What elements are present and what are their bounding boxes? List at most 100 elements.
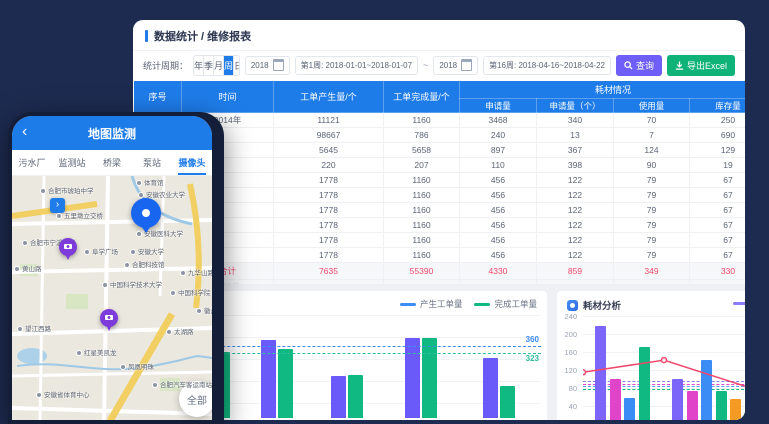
table-cell: 19 [690,158,746,173]
period-option-日[interactable]: 日 [234,56,240,75]
phone-tab-泵站[interactable]: 泵站 [132,150,172,175]
back-icon[interactable]: ‹ [22,122,27,142]
period-label: 统计周期： [143,59,188,72]
map-expand-icon[interactable]: › [50,198,65,213]
table-cell: 1160 [384,113,460,128]
y-axis-tick: 80 [557,384,577,393]
map-poi-label: 徽州大道 [196,308,212,316]
y-axis-tick: 200 [557,330,577,339]
table-row: 298667786240137690 [134,128,746,143]
y-axis-tick: 160 [557,348,577,357]
table-cell: 207 [384,158,460,173]
table-cell: 1160 [384,203,460,218]
phone-tab-摄像头[interactable]: 摄像头 [172,150,212,175]
period-option-季[interactable]: 季 [204,56,214,75]
workorder-bar [348,375,363,418]
map-poi-label: 合肥汽车客运南站 [152,382,212,390]
end-week-value: 第16周: 2018-04-16~2018-04-22 [489,60,605,71]
table-cell: 250 [690,113,746,128]
range-separator: ~ [423,60,428,70]
export-excel-button[interactable]: 导出Excel [667,55,735,76]
phone-tab-监测站[interactable]: 监测站 [52,150,92,175]
table-cell: 70 [614,113,690,128]
table-cell: 67 [690,188,746,203]
table-cell: 456 [460,218,537,233]
table-cell: 124 [614,143,690,158]
period-option-年[interactable]: 年 [194,56,204,75]
table-cell: 55390 [384,263,460,280]
start-year-select[interactable]: 2018 [245,56,290,75]
query-button[interactable]: 查询 [616,55,662,76]
camera-lens-glyph [64,244,72,249]
table-cell: 79 [614,218,690,233]
table-cell: 11121 [274,113,384,128]
report-panel: 数据统计 / 维修报表 统计周期： 年季月周日 2018 第1周: 2018-0… [133,20,745,420]
legend-swatch-created [400,303,416,306]
col-header-sub-4: 库存量 [690,99,746,113]
average-ref-label: 360 [526,335,539,344]
table-cell: 122 [537,218,614,233]
selected-camera-marker-icon[interactable] [131,198,161,228]
table-cell: 13 [537,128,614,143]
period-option-月[interactable]: 月 [214,56,224,75]
table-cell: 67 [690,233,746,248]
table-cell: 456 [460,173,537,188]
col-header-sub-2: 申请量（个） [537,99,614,113]
table-cell: 79 [614,188,690,203]
map-poi-label: 望江西路 [17,326,51,334]
end-year-select[interactable]: 2018 [433,56,478,75]
phone-tab-桥梁[interactable]: 桥梁 [92,150,132,175]
map-poi-label: 安徽大学 [130,249,164,257]
col-header-time: 时间 [182,81,274,113]
workorder-bar [278,349,293,418]
table-cell: 5658 [384,143,460,158]
table-cell: 1160 [384,233,460,248]
table-cell: 90 [614,158,690,173]
table-cell: 98667 [274,128,384,143]
table-cell: 367 [537,143,614,158]
start-week-input[interactable]: 第1周: 2018-01-01~2018-01-07 [295,56,418,75]
phone-tab-bar: 污水厂监测站桥梁泵站摄像头 [12,150,212,176]
download-icon [675,61,684,70]
legend-item-created[interactable]: 产生工单量 [400,298,463,310]
table-cell: 67 [690,203,746,218]
period-option-周[interactable]: 周 [224,56,234,75]
workorder-bar [500,386,515,418]
export-button-label: 导出Excel [687,59,727,72]
table-cell: 456 [460,203,537,218]
table-cell: 67 [690,173,746,188]
table-cell: 1160 [384,173,460,188]
col-header-consumables-group: 耗材情况 [460,81,746,99]
table-cell: 129 [690,143,746,158]
table-cell: 786 [384,128,460,143]
map-poi-label: 合肥市琥珀中学 [40,188,94,196]
col-header-sub-3: 使用量 [614,99,690,113]
table-cell: 1160 [384,218,460,233]
workorder-bar [483,358,498,418]
legend-item-completed[interactable]: 完成工单量 [474,298,537,310]
map-view[interactable]: › 全部 合肥市琥珀中学体育馆安徽农业大学五里墩立交桥安徽医科大学合肥市宁溪小学… [12,176,212,420]
phone-tab-污水厂[interactable]: 污水厂 [12,150,52,175]
table-cell: 1778 [274,173,384,188]
table-cell: 349 [614,263,690,280]
legend-swatch-completed [474,303,490,306]
breadcrumb-accent-bar [145,30,148,42]
table-cell: 240 [460,128,537,143]
table-cell: 456 [460,233,537,248]
start-week-value: 第1周: 2018-01-01~2018-01-07 [301,60,412,71]
legend-label-completed: 完成工单量 [494,298,537,310]
table-row: 356455658897367124129 [134,143,746,158]
map-poi-label: 黄山路 [14,266,42,274]
table-cell: 79 [614,248,690,263]
camera-marker-icon[interactable] [59,238,77,256]
col-header-completed: 工单完成量/个 [384,81,460,113]
map-poi-label: 五里墩立交桥 [56,213,103,221]
table-cell: 67 [690,218,746,233]
workorder-chart-legend: 产生工单量 完成工单量 [400,298,537,310]
end-week-input[interactable]: 第16周: 2018-04-16~2018-04-22 [483,56,611,75]
camera-lens-glyph [105,315,113,320]
table-cell: 690 [690,128,746,143]
phone-mockup: ‹ 地图监测 污水厂监测站桥梁泵站摄像头 [8,112,224,424]
camera-marker-icon[interactable] [100,309,118,327]
map-poi-label: 红星美凯龙 [76,350,117,358]
